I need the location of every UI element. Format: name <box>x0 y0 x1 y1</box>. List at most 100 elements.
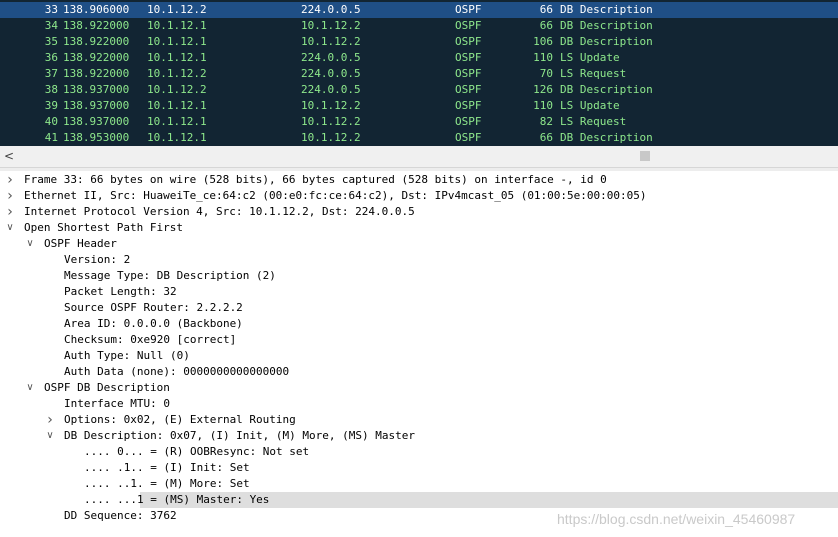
packet-number: 33 <box>44 3 58 16</box>
chevron-down-icon[interactable]: ∨ <box>44 428 56 444</box>
tree-item[interactable]: Checksum: 0xe920 [correct] <box>0 332 838 348</box>
tree-item[interactable]: › Ethernet II, Src: HuaweiTe_ce:64:c2 (00… <box>0 188 838 204</box>
packet-row[interactable]: 37 138.922000 10.1.12.2 224.0.0.5 OSPF 70 LS R… <box>0 66 838 82</box>
packet-info: DB Description <box>560 83 653 96</box>
packet-number: 38 <box>44 83 58 96</box>
tree-item[interactable]: Area ID: 0.0.0.0 (Backbone) <box>0 316 838 332</box>
tree-item-label: Message Type: DB Description (2) <box>64 269 276 282</box>
tree-item[interactable]: Auth Type: Null (0) <box>0 348 838 364</box>
packet-row[interactable]: 39 138.937000 10.1.12.1 10.1.12.2 OSPF 110 LS … <box>0 98 838 114</box>
tree-item-label: Packet Length: 32 <box>64 285 177 298</box>
packet-number: 40 <box>44 115 58 128</box>
tree-item-label: OSPF Header <box>44 237 117 250</box>
packet-time: 138.922000 <box>63 67 130 80</box>
chevron-down-icon[interactable]: ∨ <box>24 236 36 252</box>
packet-row[interactable]: 40 138.937000 10.1.12.1 10.1.12.2 OSPF 82 LS R… <box>0 114 838 130</box>
packet-number: 36 <box>44 51 58 64</box>
tree-item[interactable]: .... ..1. = (M) More: Set <box>0 476 838 492</box>
packet-destination: 10.1.12.2 <box>301 115 361 128</box>
horizontal-scrollbar[interactable]: < <box>0 146 838 168</box>
packet-protocol: OSPF <box>455 83 482 96</box>
tree-item[interactable]: ∨ OSPF DB Description <box>0 380 838 396</box>
packet-row[interactable]: 41 138.953000 10.1.12.1 10.1.12.2 OSPF 66 DB D… <box>0 130 838 146</box>
tree-item[interactable]: › Frame 33: 66 bytes on wire (528 bits), … <box>0 172 838 188</box>
chevron-down-icon[interactable]: ∨ <box>4 220 16 236</box>
chevron-down-icon[interactable]: ∨ <box>24 380 36 396</box>
packet-length: 82 <box>539 115 553 128</box>
packet-protocol: OSPF <box>455 67 482 80</box>
packet-info: DB Description <box>560 19 653 32</box>
packet-destination: 10.1.12.2 <box>301 131 361 144</box>
tree-item-label: DB Description: 0x07, (I) Init, (M) More… <box>64 429 415 442</box>
tree-item-label: Ethernet II, Src: HuaweiTe_ce:64:c2 (00:… <box>24 189 647 202</box>
packet-protocol: OSPF <box>455 131 482 144</box>
tree-item-label: Internet Protocol Version 4, Src: 10.1.1… <box>24 205 415 218</box>
packet-length: 66 <box>539 3 553 16</box>
packet-number: 41 <box>44 131 58 144</box>
chevron-right-icon[interactable]: › <box>44 412 56 428</box>
packet-source: 10.1.12.1 <box>147 35 207 48</box>
packet-time: 138.953000 <box>63 131 130 144</box>
tree-item[interactable]: ∨ DB Description: 0x07, (I) Init, (M) Mor… <box>0 428 838 444</box>
tree-item-label: OSPF DB Description <box>44 381 170 394</box>
tree-item[interactable]: Source OSPF Router: 2.2.2.2 <box>0 300 838 316</box>
tree-item[interactable]: Packet Length: 32 <box>0 284 838 300</box>
tree-item[interactable]: Auth Data (none): 0000000000000000 <box>0 364 838 380</box>
packet-row-selected[interactable]: 33 138.906000 10.1.12.2 224.0.0.5 OSPF 66 DB D… <box>0 2 838 18</box>
packet-time: 138.937000 <box>63 99 130 112</box>
packet-number: 39 <box>44 99 58 112</box>
packet-number: 34 <box>44 19 58 32</box>
tree-item-label: .... ...1 = (MS) Master: Yes <box>84 493 270 506</box>
packet-destination: 224.0.0.5 <box>301 3 361 16</box>
tree-item-label: .... .1.. = (I) Init: Set <box>84 461 250 474</box>
packet-number: 37 <box>44 67 58 80</box>
packet-row[interactable]: 36 138.922000 10.1.12.1 224.0.0.5 OSPF 110 LS … <box>0 50 838 66</box>
packet-number: 35 <box>44 35 58 48</box>
tree-item-label: Interface MTU: 0 <box>64 397 170 410</box>
packet-protocol: OSPF <box>455 115 482 128</box>
packet-protocol: OSPF <box>455 35 482 48</box>
packet-time: 138.937000 <box>63 115 130 128</box>
tree-item-label: Open Shortest Path First <box>24 221 183 234</box>
tree-item[interactable]: Interface MTU: 0 <box>0 396 838 412</box>
packet-info: DB Description <box>560 35 653 48</box>
packet-destination: 224.0.0.5 <box>301 51 361 64</box>
tree-item[interactable]: ∨ Open Shortest Path First <box>0 220 838 236</box>
packet-destination: 224.0.0.5 <box>301 83 361 96</box>
scroll-thumb[interactable] <box>640 151 650 161</box>
packet-destination: 10.1.12.2 <box>301 35 361 48</box>
scroll-left-arrow-icon[interactable]: < <box>4 148 18 164</box>
packet-source: 10.1.12.2 <box>147 67 207 80</box>
packet-info: LS Request <box>560 67 627 80</box>
tree-item-label: Checksum: 0xe920 [correct] <box>64 333 237 346</box>
tree-item[interactable]: Message Type: DB Description (2) <box>0 268 838 284</box>
packet-source: 10.1.12.1 <box>147 131 207 144</box>
packet-details-tree: › Frame 33: 66 bytes on wire (528 bits), … <box>0 171 838 537</box>
tree-item[interactable]: .... .1.. = (I) Init: Set <box>0 460 838 476</box>
packet-row[interactable]: 35 138.922000 10.1.12.1 10.1.12.2 OSPF 106 DB … <box>0 34 838 50</box>
packet-time: 138.906000 <box>63 3 130 16</box>
chevron-right-icon[interactable]: › <box>4 204 16 220</box>
packet-list[interactable]: 33 138.906000 10.1.12.2 224.0.0.5 OSPF 66 DB D… <box>0 0 838 146</box>
packet-row[interactable]: 34 138.922000 10.1.12.1 10.1.12.2 OSPF 66 DB D… <box>0 18 838 34</box>
packet-row[interactable]: 38 138.937000 10.1.12.2 224.0.0.5 OSPF 126 DB … <box>0 82 838 98</box>
packet-protocol: OSPF <box>455 51 482 64</box>
tree-item[interactable]: .... ...1 = (MS) Master: Yes <box>0 492 838 508</box>
packet-info: DB Description <box>560 131 653 144</box>
packet-time: 138.922000 <box>63 51 130 64</box>
tree-item[interactable]: › Internet Protocol Version 4, Src: 10.1.… <box>0 204 838 220</box>
packet-source: 10.1.12.1 <box>147 99 207 112</box>
tree-item[interactable]: Version: 2 <box>0 252 838 268</box>
packet-info: LS Request <box>560 115 627 128</box>
packet-length: 66 <box>539 19 553 32</box>
watermark: https://blog.csdn.net/weixin_45460987 <box>557 511 796 527</box>
chevron-right-icon[interactable]: › <box>4 172 16 188</box>
tree-item-label: DD Sequence: 3762 <box>64 509 177 522</box>
tree-item[interactable]: › Options: 0x02, (E) External Routing <box>0 412 838 428</box>
packet-protocol: OSPF <box>455 99 482 112</box>
tree-item-label: .... 0... = (R) OOBResync: Not set <box>84 445 310 458</box>
chevron-right-icon[interactable]: › <box>4 188 16 204</box>
tree-item[interactable]: ∨ OSPF Header <box>0 236 838 252</box>
packet-source: 10.1.12.1 <box>147 19 207 32</box>
tree-item[interactable]: .... 0... = (R) OOBResync: Not set <box>0 444 838 460</box>
